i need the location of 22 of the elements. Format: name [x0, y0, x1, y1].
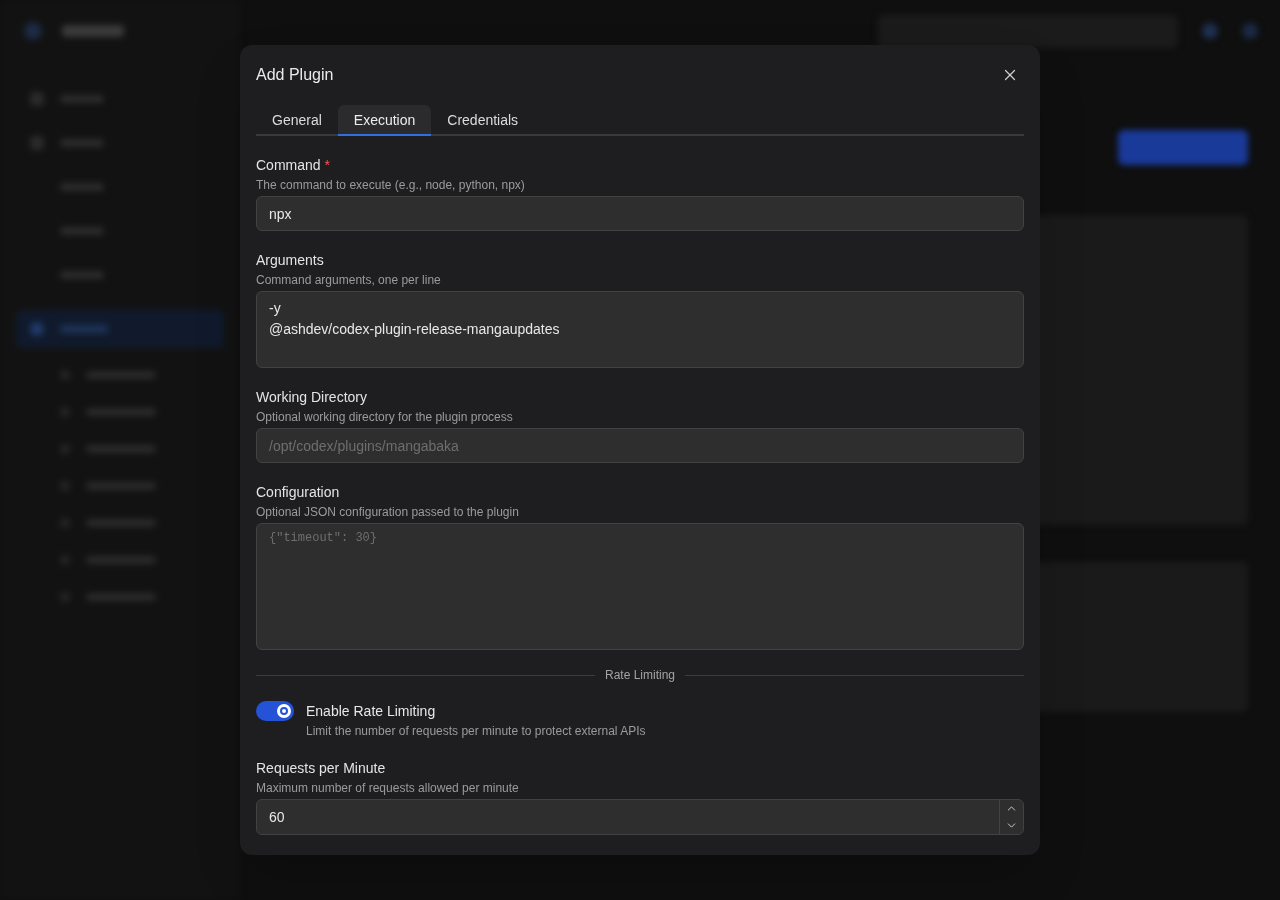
field-label: Arguments	[256, 251, 324, 270]
tab[interactable]: Credentials	[431, 105, 535, 136]
required-asterisk: *	[324, 156, 331, 175]
toggle-label: Enable Rate Limiting	[306, 702, 437, 721]
field-description: Optional JSON configuration passed to the plugin	[256, 504, 520, 520]
tab[interactable]: Execution	[337, 105, 432, 136]
text-input-field[interactable]: npx	[256, 196, 1024, 231]
field-label: Configuration	[256, 483, 340, 502]
field-description: Command arguments, one per line	[256, 272, 442, 288]
field-description: Optional working directory for the plugin process	[256, 409, 514, 425]
dialog-title: Add Plugin	[256, 65, 334, 85]
tab[interactable]: General	[256, 105, 338, 136]
field-description: Maximum number of requests allowed per minute	[256, 780, 520, 796]
section-divider-label: Rate Limiting	[605, 667, 675, 683]
field-label: Requests per Minute	[256, 759, 387, 778]
field-description: The command to execute (e.g., node, python, npx)	[256, 177, 526, 193]
field-label: Command	[256, 156, 321, 175]
textarea-field[interactable]: -y @ashdev/codex-plugin-release-mangaupdates	[256, 291, 1024, 368]
toggle-description: Limit the number of requests per minute to protect external APIs	[306, 723, 646, 739]
toggle-switch[interactable]	[256, 701, 294, 721]
field-label: Working Directory	[256, 388, 367, 407]
number-input-field[interactable]: 60	[256, 799, 1024, 835]
